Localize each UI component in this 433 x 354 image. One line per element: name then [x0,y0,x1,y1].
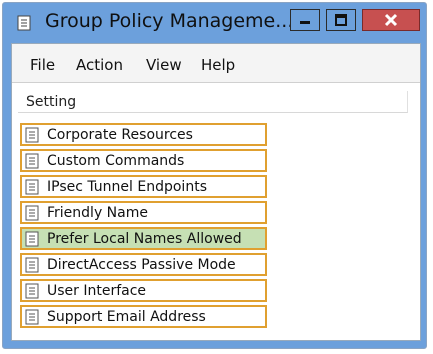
list-item[interactable]: Support Email Address [20,305,267,328]
menu-bar: File Action View Help [12,44,420,82]
minimize-icon [300,21,310,24]
setting-document-icon [25,283,39,299]
list-item-label: Prefer Local Names Allowed [47,231,242,247]
app-window: Group Policy Manageme... File Action Vie… [2,2,427,349]
setting-document-icon [25,153,39,169]
menu-view[interactable]: View [146,56,182,74]
setting-document-icon [25,231,39,247]
close-button[interactable] [362,9,420,31]
client-area: File Action View Help Setting Corporate … [11,43,421,341]
list-item-label: Support Email Address [47,309,206,325]
list-item-label: Corporate Resources [47,127,193,143]
list-item-selected[interactable]: Prefer Local Names Allowed [20,227,267,250]
settings-list: Setting Corporate Resources Custom Comma… [12,82,420,340]
policy-document-icon [16,15,32,31]
setting-document-icon [25,127,39,143]
list-item[interactable]: Friendly Name [20,201,267,224]
maximize-button[interactable] [326,9,356,31]
list-item-label: Custom Commands [47,153,185,169]
menu-action[interactable]: Action [76,56,123,74]
setting-document-icon [25,179,39,195]
title-bar[interactable]: Group Policy Manageme... [3,3,426,41]
setting-document-icon [25,257,39,273]
menu-file[interactable]: File [30,56,55,74]
minimize-button[interactable] [290,9,320,31]
list-item-label: DirectAccess Passive Mode [47,257,236,273]
list-item-label: Friendly Name [47,205,148,221]
menu-help[interactable]: Help [201,56,235,74]
list-item-label: IPsec Tunnel Endpoints [47,179,207,195]
setting-document-icon [25,205,39,221]
list-item[interactable]: User Interface [20,279,267,302]
close-icon [384,13,398,27]
list-item-label: User Interface [47,283,147,299]
list-item[interactable]: Corporate Resources [20,123,267,146]
column-header-label: Setting [26,94,77,110]
setting-document-icon [25,309,39,325]
list-item[interactable]: Custom Commands [20,149,267,172]
list-item[interactable]: DirectAccess Passive Mode [20,253,267,276]
column-header-setting[interactable]: Setting [18,91,408,113]
list-item[interactable]: IPsec Tunnel Endpoints [20,175,267,198]
maximize-icon [335,14,347,26]
window-title: Group Policy Manageme... [45,10,294,32]
